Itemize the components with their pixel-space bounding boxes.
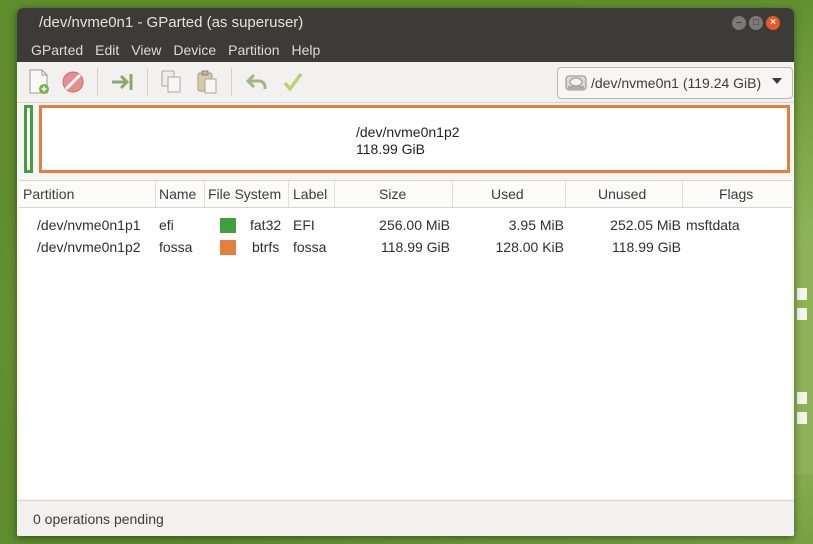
resize-move-icon bbox=[112, 74, 133, 90]
column-header-unused[interactable]: Unused bbox=[598, 186, 646, 202]
column-divider[interactable] bbox=[682, 181, 683, 207]
toolbar-separator bbox=[97, 68, 98, 96]
paste-button[interactable] bbox=[193, 68, 221, 96]
window-controls: – □ × bbox=[732, 16, 780, 30]
column-divider[interactable] bbox=[155, 181, 156, 207]
table-header: Partition Name File System Label Size Us… bbox=[19, 181, 792, 208]
maximize-icon[interactable]: □ bbox=[749, 16, 763, 30]
menu-bar: GParted Edit View Device Partition Help bbox=[17, 38, 794, 62]
device-selector-label: /dev/nvme0n1 (119.24 GiB) bbox=[591, 75, 762, 91]
column-divider[interactable] bbox=[565, 181, 566, 207]
column-divider[interactable] bbox=[334, 181, 335, 207]
cell-size: 256.00 MiB bbox=[379, 217, 450, 233]
cell-flags: msftdata bbox=[686, 217, 740, 233]
new-partition-icon bbox=[29, 69, 49, 94]
partition-table: Partition Name File System Label Size Us… bbox=[19, 180, 792, 499]
cell-file-system: fat32 bbox=[250, 217, 282, 233]
column-divider[interactable] bbox=[204, 181, 205, 207]
cell-name: fossa bbox=[159, 239, 193, 255]
disk-map: /dev/nvme0n1p2 118.99 GiB bbox=[22, 105, 790, 173]
device-selector[interactable]: /dev/nvme0n1 (119.24 GiB) bbox=[557, 67, 793, 99]
disk-map-partition-size: 118.99 GiB bbox=[356, 141, 426, 157]
cell-label: fossa bbox=[293, 239, 327, 255]
menu-help[interactable]: Help bbox=[286, 42, 327, 58]
disk-map-partition-name: /dev/nvme0n1p2 bbox=[356, 124, 460, 140]
paste-icon bbox=[197, 70, 217, 94]
cell-partition: /dev/nvme0n1p2 bbox=[37, 239, 141, 255]
menu-partition[interactable]: Partition bbox=[222, 42, 285, 58]
cell-used: 3.95 MiB bbox=[508, 217, 564, 233]
table-row[interactable]: /dev/nvme0n1p1 efi fat32 EFI 256.00 MiB … bbox=[19, 215, 792, 237]
copy-icon bbox=[161, 70, 181, 93]
status-bar: 0 operations pending bbox=[17, 500, 794, 536]
toolbar: /dev/nvme0n1 (119.24 GiB) bbox=[17, 62, 794, 103]
menu-edit[interactable]: Edit bbox=[89, 42, 125, 58]
operations-pending-status: 0 operations pending bbox=[33, 511, 164, 527]
cell-name: efi bbox=[159, 217, 174, 233]
column-divider[interactable] bbox=[288, 181, 289, 207]
delete-button[interactable] bbox=[59, 68, 87, 96]
apply-button[interactable] bbox=[279, 68, 307, 96]
cell-used: 128.00 KiB bbox=[495, 239, 565, 255]
close-icon[interactable]: × bbox=[766, 16, 780, 30]
undo-icon bbox=[245, 73, 267, 89]
window-title: /dev/nvme0n1 - GParted (as superuser) bbox=[39, 14, 304, 31]
wallpaper-mark bbox=[797, 308, 807, 320]
delete-icon bbox=[62, 71, 84, 93]
column-header-label[interactable]: Label bbox=[293, 186, 327, 202]
new-partition-button[interactable] bbox=[25, 68, 53, 96]
cell-partition: /dev/nvme0n1p1 bbox=[37, 217, 141, 233]
gparted-window: /dev/nvme0n1 - GParted (as superuser) – … bbox=[17, 8, 794, 536]
fs-color-swatch bbox=[220, 218, 236, 233]
cell-label: EFI bbox=[293, 217, 315, 233]
copy-button[interactable] bbox=[157, 68, 185, 96]
title-bar[interactable]: /dev/nvme0n1 - GParted (as superuser) – … bbox=[17, 8, 794, 38]
wallpaper-mark bbox=[797, 288, 807, 300]
hard-disk-icon bbox=[565, 75, 587, 91]
column-header-size[interactable]: Size bbox=[379, 186, 406, 202]
chevron-down-icon[interactable] bbox=[772, 78, 782, 84]
cell-unused: 118.99 GiB bbox=[611, 239, 681, 255]
menu-view[interactable]: View bbox=[125, 42, 167, 58]
column-header-name[interactable]: Name bbox=[159, 186, 196, 202]
column-header-flags[interactable]: Flags bbox=[719, 186, 753, 202]
column-header-file-system[interactable]: File System bbox=[208, 186, 281, 202]
apply-icon bbox=[283, 72, 303, 92]
disk-map-segment-fossa[interactable]: /dev/nvme0n1p2 118.99 GiB bbox=[39, 105, 790, 173]
table-row[interactable]: /dev/nvme0n1p2 fossa btrfs fossa 118.99 … bbox=[19, 237, 792, 259]
wallpaper-mark bbox=[797, 392, 807, 404]
cell-file-system: btrfs bbox=[252, 239, 280, 255]
column-header-partition[interactable]: Partition bbox=[23, 186, 74, 202]
wallpaper-mark bbox=[797, 412, 807, 424]
cell-size: 118.99 GiB bbox=[380, 239, 450, 255]
toolbar-separator bbox=[147, 68, 148, 96]
fs-color-swatch bbox=[220, 240, 236, 255]
minimize-icon[interactable]: – bbox=[732, 16, 746, 30]
column-divider[interactable] bbox=[452, 181, 453, 207]
menu-device[interactable]: Device bbox=[167, 42, 222, 58]
cell-unused: 252.05 MiB bbox=[610, 217, 681, 233]
undo-button[interactable] bbox=[243, 68, 271, 96]
menu-gparted[interactable]: GParted bbox=[25, 42, 89, 58]
disk-map-segment-efi[interactable] bbox=[24, 105, 33, 173]
resize-move-button[interactable] bbox=[109, 68, 137, 96]
toolbar-separator bbox=[231, 68, 232, 96]
column-header-used[interactable]: Used bbox=[491, 186, 524, 202]
